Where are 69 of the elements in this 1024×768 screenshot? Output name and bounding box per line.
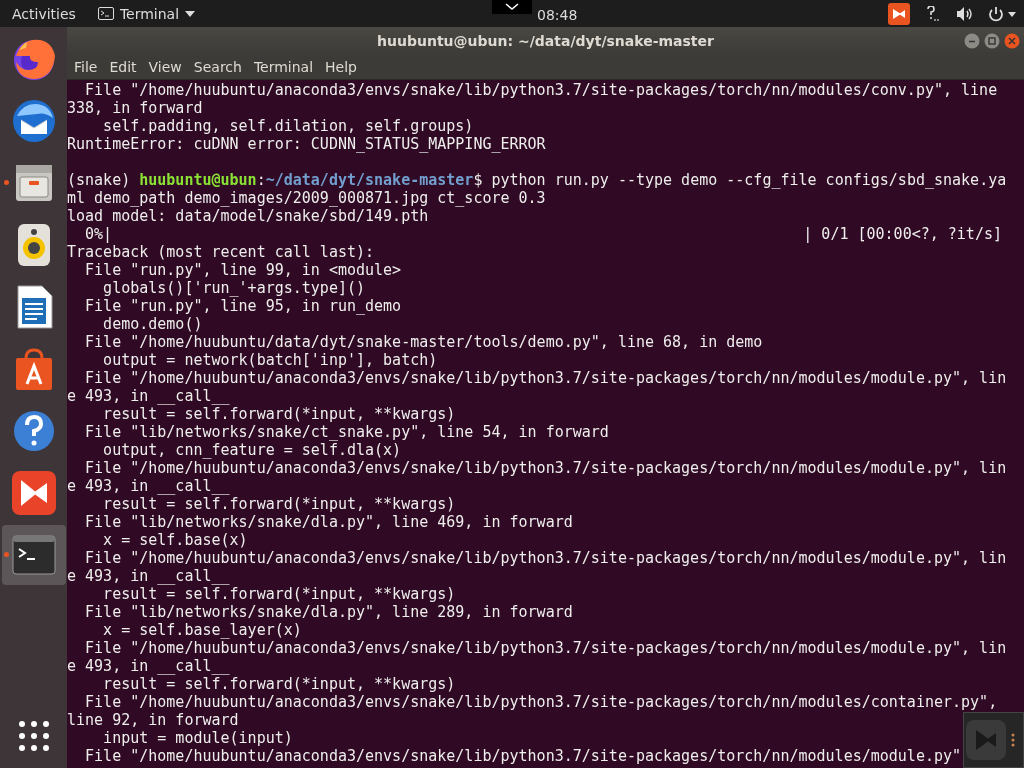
terminal-line: File "/home/huubuntu/anaconda3/envs/snake/lib/python3.7/site-packages/torch/nn/modules/module.py", lin (84, 639, 1007, 657)
clock[interactable]: 08:48 (537, 6, 578, 23)
terminal-line: x = self.base_layer(x) (102, 621, 302, 639)
caret-icon (185, 10, 196, 17)
terminal-line: ml demo_path demo_images/2009_000871.jpg ct_score 0.3 (67, 189, 546, 207)
minimize-button[interactable] (964, 33, 980, 49)
terminal-line: result = self.forward(*input, **kwargs) (102, 585, 456, 603)
prompt-separator: : (256, 171, 266, 189)
close-button[interactable] (1004, 33, 1020, 49)
terminal-line: File "/home/huubuntu/anaconda3/envs/snake/lib/python3.7/site-packages/torch/nn/modules/module.py", lin (84, 549, 1007, 567)
menu-item[interactable]: Edit (104, 59, 142, 75)
menu-item[interactable]: Search (188, 59, 247, 75)
terminal-line: File "/home/huubuntu/anaconda3/envs/snake/lib/python3.7/site-packages/torch/nn/modules/conv.py", line (84, 81, 998, 99)
terminal-line: e 493, in __call__ (67, 567, 230, 585)
activities-button[interactable]: Activities (0, 5, 88, 22)
prompt-path: ~/data/dyt/snake-master (265, 171, 474, 189)
terminal-line: File "lib/networks/snake/dla.py", line 289, in forward (84, 603, 573, 621)
terminal-line: demo.demo() (102, 315, 203, 333)
volume-icon[interactable] (956, 5, 974, 22)
help-icon (11, 409, 56, 453)
terminal-line: input = module(input) (102, 729, 293, 747)
chevron-icon[interactable] (492, 0, 532, 14)
bird-envelope-icon (10, 98, 57, 144)
terminal-line: result = self.forward(*input, **kwargs) (102, 495, 456, 513)
menu-item[interactable]: Help (320, 59, 362, 75)
progress-status: | 0/1 [00:00<?, ?it/s] (803, 225, 1002, 243)
menu-item[interactable]: View (143, 59, 187, 75)
terminal-line: x = self.base(x) (102, 531, 248, 549)
menu-item[interactable]: File (69, 59, 103, 75)
terminal-line: File "/home/huubuntu/anaconda3/envs/snake/lib/python3.7/site-packages/torch/nn/modules/container.py", (84, 693, 998, 711)
terminal-line: self.padding, self.dilation, self.groups) (102, 117, 474, 135)
terminal-line: 338, in forward (67, 99, 203, 117)
terminal-line: File "/home/huubuntu/anaconda3/envs/snake/lib/python3.7/site-packages/torch/nn/modules/module.py", lin (84, 459, 1007, 477)
terminal-icon (97, 7, 114, 20)
app-grid-icon[interactable] (17, 720, 50, 752)
terminal-line: result = self.forward(*input, **kwargs) (102, 405, 456, 423)
terminal-line: File "run.py", line 95, in run_demo (84, 297, 402, 315)
terminal-line: output, cnn_feature = self.dla(x) (102, 441, 402, 459)
app-icon (10, 470, 57, 516)
power-icon[interactable] (988, 5, 1016, 22)
menu-item[interactable]: Terminal (248, 59, 319, 75)
app-menu[interactable]: Terminal (97, 5, 196, 22)
maximize-button[interactable] (984, 33, 1000, 49)
terminal-line: load model: data/model/snake/sbd/149.pth (67, 207, 429, 225)
app-indicator-icon[interactable] (888, 2, 910, 25)
network-icon[interactable] (924, 5, 942, 22)
terminal-line: File "/home/huubuntu/data/dyt/snake-master/tools/demo.py", line 68, in demo (84, 333, 763, 351)
terminal-line: File "/home/huubuntu/anaconda3/envs/snake/lib/python3.7/site-packages/torch/nn/modules/module.py", lin (84, 369, 1007, 387)
terminal-line: e 493, in __call__ (67, 657, 230, 675)
window-title: huubuntu@ubun: ~/data/dyt/snake-master (377, 33, 714, 49)
command-text: $ python run.py --type demo --cfg_file configs/sbd_snake.ya (473, 171, 1007, 189)
terminal-line: RuntimeError: cuDNN error: CUDNN_STATUS_MAPPING_ERROR (67, 135, 546, 153)
prompt-user: huubuntu@ubun (139, 171, 257, 189)
terminal-line: output = network(batch['inp'], batch) (102, 351, 438, 369)
terminal-line: e 493, in __call__ (67, 387, 230, 405)
terminal-icon (11, 535, 56, 575)
app-icon (964, 718, 1008, 762)
terminal-line: File "lib/networks/snake/ct_snake.py", line 54, in forward (84, 423, 609, 441)
terminal-line: File "/home/huubuntu/anaconda3/envs/snake/lib/python3.7/site-packages/torch/nn/modules/module.py" (84, 747, 962, 765)
terminal-line: line 92, in forward (67, 711, 239, 729)
more-icon[interactable] (1011, 733, 1015, 747)
terminal-line: e 493, in __call__ (67, 477, 230, 495)
terminal-line: File "lib/networks/snake/dla.py", line 469, in forward (84, 513, 573, 531)
terminal-line: result = self.forward(*input, **kwargs) (102, 675, 456, 693)
env-label: (snake) (67, 171, 132, 189)
terminal-line: globals()['run_'+args.type]() (102, 279, 365, 297)
terminal-line: File "run.py", line 99, in <module> (84, 261, 402, 279)
progress-percent: 0%| (84, 225, 113, 243)
terminal-line: Traceback (most recent call last): (67, 243, 375, 261)
